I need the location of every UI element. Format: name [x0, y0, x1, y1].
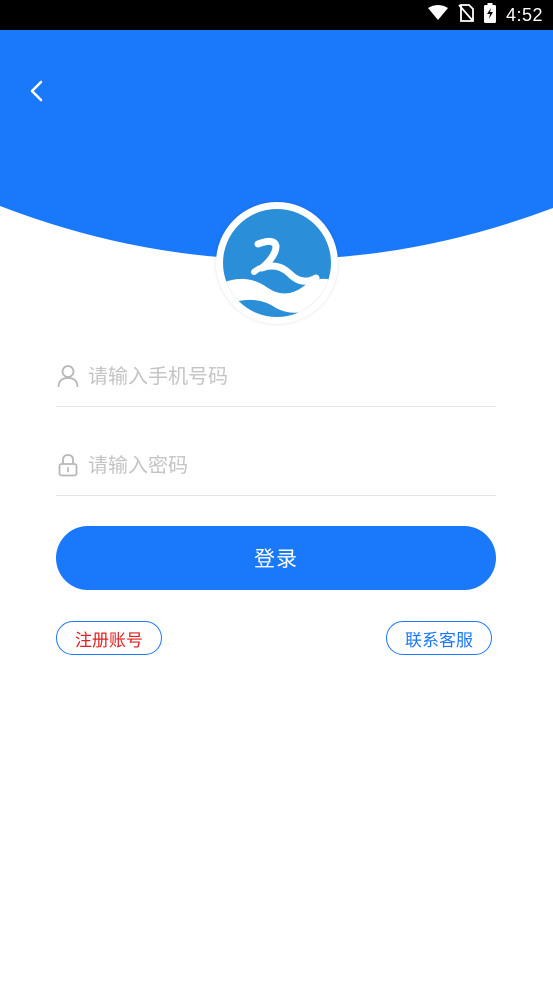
phone-field: [56, 346, 496, 407]
status-icons: 4:52: [427, 0, 543, 30]
user-icon: [56, 363, 80, 389]
status-bar: 4:52: [0, 0, 553, 30]
app-logo-icon: [223, 209, 331, 317]
login-button[interactable]: 登录: [56, 526, 496, 590]
register-label: 注册账号: [75, 630, 143, 651]
status-time: 4:52: [505, 4, 543, 25]
back-button[interactable]: [20, 76, 54, 110]
no-sim-icon: [458, 4, 474, 26]
login-screen: 4:52 请输入手机号码 登录 注册账号 联系客服: [0, 0, 553, 983]
lock-icon: [56, 452, 80, 478]
wifi-icon: [427, 5, 448, 25]
battery-charging-icon: [483, 3, 496, 27]
password-input[interactable]: [88, 453, 478, 477]
chevron-left-icon: [29, 79, 45, 107]
app-logo: [216, 202, 338, 324]
register-button[interactable]: 注册账号: [56, 621, 162, 655]
phone-input[interactable]: [88, 364, 478, 388]
password-field: [56, 435, 496, 496]
contact-service-label: 联系客服: [405, 630, 473, 651]
contact-service-button[interactable]: 联系客服: [386, 621, 492, 655]
